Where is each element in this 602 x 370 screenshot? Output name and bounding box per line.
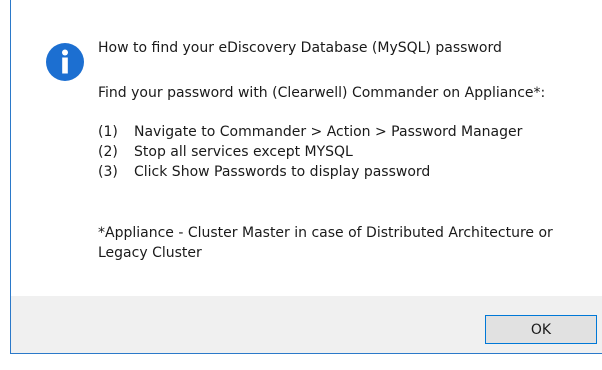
step-text: Stop all services except MYSQL xyxy=(134,144,353,160)
ok-button-label: OK xyxy=(530,321,552,338)
ok-button[interactable]: OK xyxy=(485,315,597,344)
dialog-intro-text: Find your password with (Clearwell) Comm… xyxy=(98,85,546,101)
footnote-line-1: *Appliance - Cluster Master in case of D… xyxy=(98,225,553,241)
step-number: (2) xyxy=(98,144,118,160)
dialog-heading: How to find your eDiscovery Database (My… xyxy=(98,40,502,56)
step-text: Navigate to Commander > Action > Passwor… xyxy=(134,124,523,140)
step-number: (1) xyxy=(98,124,118,140)
step-text: Click Show Passwords to display password xyxy=(134,164,431,180)
message-dialog: How to find your eDiscovery Database (My… xyxy=(0,0,602,370)
info-icon xyxy=(46,43,84,81)
step-number: (3) xyxy=(98,164,118,180)
dialog-bottom-border xyxy=(10,353,602,354)
footnote-line-2: Legacy Cluster xyxy=(98,245,202,261)
